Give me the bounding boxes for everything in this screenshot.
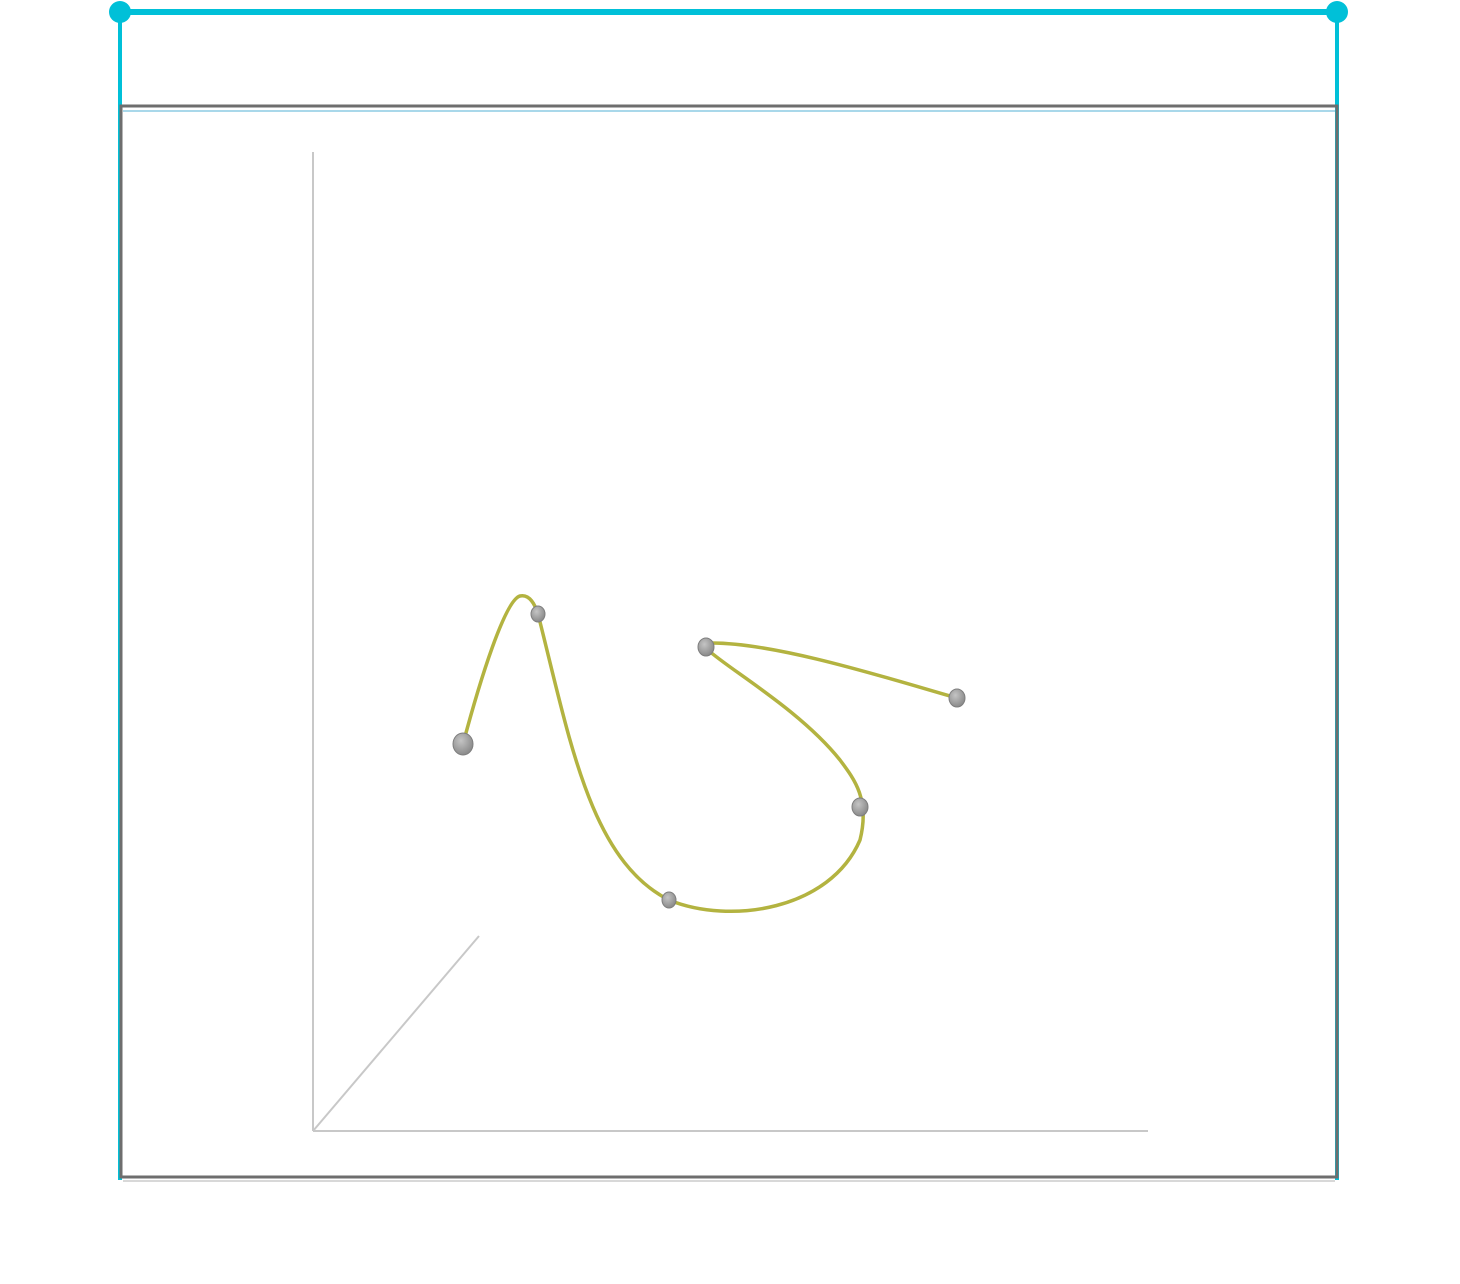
control-point[interactable] (530, 605, 546, 623)
z-axis (312, 935, 480, 1132)
control-point[interactable] (661, 891, 677, 909)
width-dimension-indicator[interactable] (109, 1, 1348, 1180)
control-point[interactable] (697, 637, 715, 657)
control-points[interactable] (452, 605, 966, 909)
canvas-3d-scene (109, 1, 1348, 1182)
control-point[interactable] (452, 732, 474, 756)
viewport-border (119, 104, 1339, 1179)
control-point[interactable] (851, 797, 869, 817)
control-point[interactable] (948, 688, 966, 708)
axes-3d (312, 152, 1148, 1132)
dimension-handle-left[interactable] (109, 1, 131, 23)
dimension-handle-right[interactable] (1326, 1, 1348, 23)
